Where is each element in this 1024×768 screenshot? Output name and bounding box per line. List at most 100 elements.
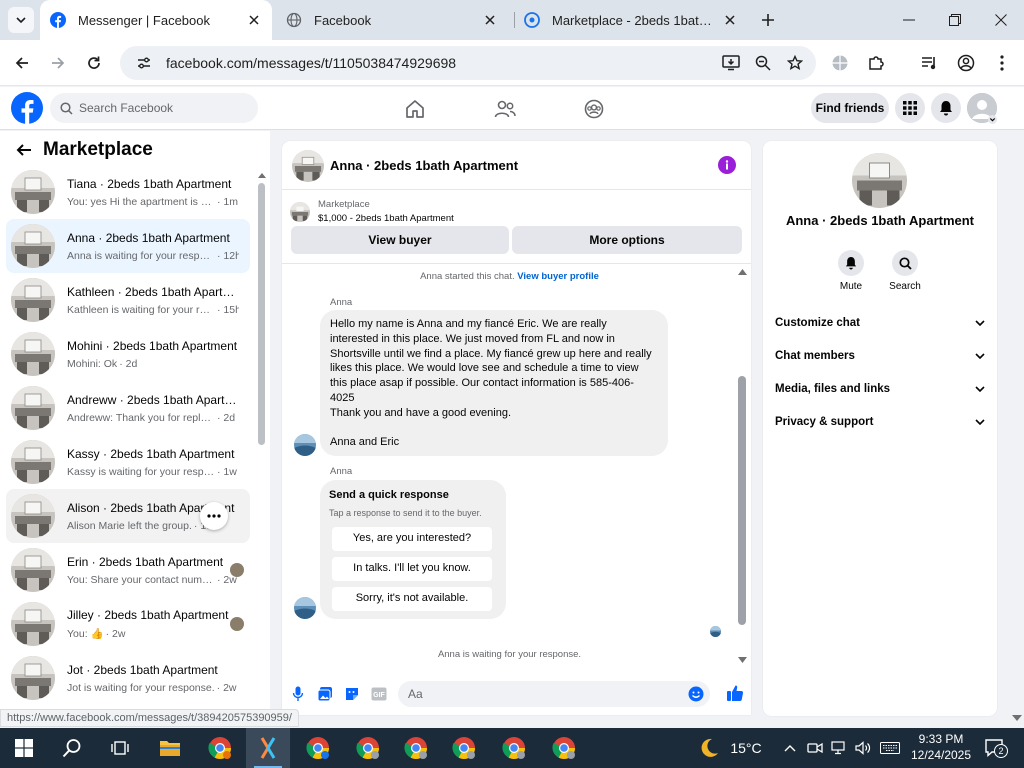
extensions-puzzle-icon[interactable] xyxy=(864,51,888,75)
conversation-item[interactable]: Tiana · 2beds 1bath Apartment You: yes Hi… xyxy=(6,165,250,219)
conversation-item[interactable]: Jot · 2beds 1bath Apartment Jot is waitin… xyxy=(6,651,250,705)
meet-now-icon[interactable] xyxy=(804,728,826,768)
conversation-item[interactable]: Kassy · 2beds 1bath Apartment Kassy is wa… xyxy=(6,435,250,489)
facebook-search-box[interactable] xyxy=(50,93,258,123)
media-files-links-section[interactable]: Media, files and links xyxy=(775,377,985,401)
scroll-up-arrow-icon[interactable] xyxy=(738,267,747,276)
media-controls-icon[interactable] xyxy=(918,51,942,75)
install-app-icon[interactable] xyxy=(720,52,742,74)
close-window-button[interactable] xyxy=(986,8,1016,32)
gif-icon[interactable]: GIF xyxy=(371,686,387,702)
weather-moon-icon[interactable] xyxy=(694,728,724,768)
sender-avatar[interactable] xyxy=(294,434,316,456)
chrome-taskbar-5[interactable] xyxy=(492,728,536,768)
address-bar[interactable]: facebook.com/messages/t/1105038474929698 xyxy=(120,46,816,80)
conversation-item[interactable]: Erin · 2beds 1bath Apartment You: Share y… xyxy=(6,543,250,597)
tab-search-button[interactable] xyxy=(8,7,34,33)
url-text[interactable]: facebook.com/messages/t/1105038474929698 xyxy=(166,55,720,71)
like-thumb-icon[interactable] xyxy=(726,684,744,702)
notification-center-button[interactable]: 2 xyxy=(980,728,1010,768)
facebook-search-input[interactable] xyxy=(79,101,249,115)
conversation-item[interactable]: Andreww · 2beds 1bath Apartment Andreww: … xyxy=(6,381,250,435)
back-arrow-icon[interactable] xyxy=(14,140,34,160)
file-explorer-taskbar[interactable] xyxy=(148,728,192,768)
more-options-button[interactable]: More options xyxy=(512,226,742,254)
sender-avatar[interactable] xyxy=(294,597,316,619)
privacy-support-section[interactable]: Privacy & support xyxy=(775,410,985,434)
taskbar-search-button[interactable] xyxy=(50,728,94,768)
customize-chat-section[interactable]: Customize chat xyxy=(775,311,985,335)
conversation-item[interactable]: Alison · 2beds 1bath Apartment Alison Mar… xyxy=(6,489,250,543)
friends-nav-icon[interactable] xyxy=(493,97,517,121)
chat-scrollbar[interactable] xyxy=(738,376,746,625)
mute-button[interactable]: Mute xyxy=(831,250,871,292)
close-tab-icon[interactable] xyxy=(482,12,498,28)
reload-button[interactable] xyxy=(82,51,106,75)
chrome-profile-taskbar[interactable] xyxy=(198,728,242,768)
conversation-more-button[interactable] xyxy=(200,502,228,530)
site-settings-icon[interactable] xyxy=(134,53,154,73)
details-avatar[interactable] xyxy=(852,153,907,208)
zoom-out-icon[interactable] xyxy=(752,52,774,74)
listing-info[interactable]: Marketplace $1,000 - 2beds 1bath Apartme… xyxy=(290,198,454,226)
notifications-button[interactable] xyxy=(931,93,961,123)
chrome-taskbar-6[interactable] xyxy=(542,728,586,768)
close-tab-icon[interactable] xyxy=(246,12,262,28)
search-in-chat-button[interactable]: Search xyxy=(885,250,925,292)
view-buyer-profile-link[interactable]: View buyer profile xyxy=(517,271,599,282)
info-icon[interactable] xyxy=(718,156,736,174)
back-button[interactable] xyxy=(10,51,34,75)
tab-facebook[interactable]: Facebook xyxy=(276,0,508,40)
profile-icon[interactable] xyxy=(954,51,978,75)
chrome-taskbar-2[interactable] xyxy=(346,728,390,768)
account-chevron-icon[interactable] xyxy=(988,115,997,124)
close-tab-icon[interactable] xyxy=(722,12,738,28)
bookmark-star-icon[interactable] xyxy=(784,52,806,74)
chrome-taskbar-3[interactable] xyxy=(394,728,438,768)
task-view-button[interactable] xyxy=(98,728,142,768)
forward-button[interactable] xyxy=(46,51,70,75)
emoji-icon[interactable] xyxy=(688,686,704,702)
volume-icon[interactable] xyxy=(852,728,874,768)
taskbar-clock[interactable]: 9:33 PM 12/24/2025 xyxy=(906,731,976,763)
menu-grid-button[interactable] xyxy=(895,93,925,123)
conversation-item[interactable]: Mohini · 2beds 1bath Apartment Mohini: Ok… xyxy=(6,327,250,381)
tab-marketplace[interactable]: Marketplace - 2beds 1bath Apa xyxy=(514,0,748,40)
sticker-icon[interactable] xyxy=(344,686,360,702)
scroll-down-arrow-icon[interactable] xyxy=(738,656,747,665)
groups-nav-icon[interactable] xyxy=(582,97,606,121)
conversation-item[interactable]: Anna · 2beds 1bath Apartment Anna is wait… xyxy=(6,219,250,273)
restore-button[interactable] xyxy=(940,8,970,32)
tab-messenger[interactable]: Messenger | Facebook xyxy=(40,0,272,40)
browser-menu-icon[interactable] xyxy=(990,51,1014,75)
page-scroll-down-icon[interactable] xyxy=(1012,714,1022,722)
vpn-extension-icon[interactable] xyxy=(828,51,852,75)
weather-temperature[interactable]: 15°C xyxy=(726,728,766,768)
chat-avatar[interactable] xyxy=(292,150,324,182)
view-buyer-button[interactable]: View buyer xyxy=(291,226,509,254)
tray-overflow-chevron-icon[interactable] xyxy=(780,728,800,768)
minimize-button[interactable] xyxy=(894,8,924,32)
conversation-item[interactable]: Kathleen · 2beds 1bath Apartment Kathleen… xyxy=(6,273,250,327)
sidebar-scrollbar[interactable] xyxy=(258,183,265,445)
quick-reply-button[interactable]: Yes, are you interested? xyxy=(332,526,492,551)
microphone-icon[interactable] xyxy=(290,686,306,702)
quick-reply-button[interactable]: Sorry, it's not available. xyxy=(332,586,492,611)
message-input[interactable] xyxy=(408,687,678,701)
chrome-taskbar-4[interactable] xyxy=(442,728,486,768)
chrome-taskbar-1[interactable] xyxy=(296,728,340,768)
facebook-logo-icon[interactable] xyxy=(11,92,43,124)
active-app-taskbar[interactable] xyxy=(246,728,290,768)
conversation-item[interactable]: Jilley · 2beds 1bath Apartment You: 👍 · 2w xyxy=(6,597,250,651)
home-nav-icon[interactable] xyxy=(403,97,427,121)
network-icon[interactable] xyxy=(828,728,850,768)
photo-attach-icon[interactable] xyxy=(317,686,333,702)
quick-reply-button[interactable]: In talks. I'll let you know. xyxy=(332,556,492,581)
scroll-up-arrow-icon[interactable] xyxy=(258,171,266,179)
start-button[interactable] xyxy=(2,728,46,768)
keyboard-icon[interactable] xyxy=(877,728,903,768)
chat-members-section[interactable]: Chat members xyxy=(775,344,985,368)
find-friends-button[interactable]: Find friends xyxy=(811,93,889,123)
message-input-box[interactable] xyxy=(398,681,710,707)
chat-title[interactable]: Anna · 2beds 1bath Apartment xyxy=(330,158,518,173)
